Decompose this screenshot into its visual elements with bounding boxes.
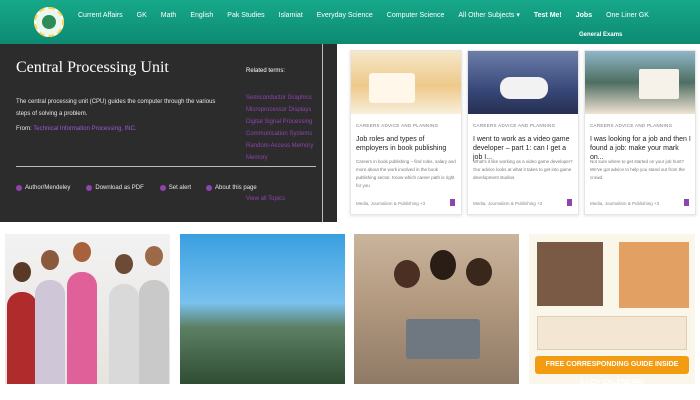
person-head bbox=[145, 246, 163, 266]
nav-item-computer-science[interactable]: Computer Science bbox=[387, 12, 445, 19]
calendar-ad-tile[interactable]: FREE CORRESPONDING GUIDE INSIDE EACH CAL… bbox=[529, 234, 695, 384]
related-term-link[interactable]: Semiconductor Graphics bbox=[246, 92, 322, 104]
card-category: CAREERS ADVICE AND PLANNING bbox=[473, 123, 556, 128]
card-image bbox=[468, 51, 578, 114]
source-line: From: Technical Information Processing, … bbox=[16, 126, 137, 132]
download-pdf-button[interactable]: Download as PDF bbox=[86, 185, 144, 191]
page-title: Central Processing Unit bbox=[16, 59, 169, 76]
related-term-link[interactable]: Random-Access Memory bbox=[246, 140, 322, 152]
students-laptop-tile[interactable] bbox=[354, 234, 519, 384]
person-head bbox=[430, 250, 456, 280]
vertical-divider bbox=[322, 44, 323, 222]
topic-description: The central processing unit (CPU) guides… bbox=[16, 99, 216, 117]
set-alert-button[interactable]: Set alert bbox=[159, 185, 192, 191]
bookmark-icon[interactable] bbox=[450, 199, 455, 206]
person-shape bbox=[109, 284, 139, 384]
nav-item-current-affairs[interactable]: Current Affairs bbox=[78, 12, 123, 19]
article-card[interactable]: CAREERS ADVICE AND PLANNING I was lookin… bbox=[584, 50, 696, 215]
person-head bbox=[466, 258, 492, 286]
nav-item-pak-studies[interactable]: Pak Studies bbox=[227, 12, 264, 19]
dog-photo bbox=[537, 242, 603, 306]
top-nav: Current Affairs GK Math English Pak Stud… bbox=[0, 0, 700, 44]
nav-item-everyday-science[interactable]: Everyday Science bbox=[317, 12, 373, 19]
person-head bbox=[394, 260, 420, 288]
bookmark-icon[interactable] bbox=[684, 199, 689, 206]
card-category: CAREERS ADVICE AND PLANNING bbox=[590, 123, 673, 128]
view-all-topics-link[interactable]: View all Topics bbox=[246, 196, 285, 202]
related-term-link[interactable]: Communication Systems bbox=[246, 128, 322, 140]
download-label: Download as PDF bbox=[95, 185, 144, 191]
nav-item-general-exams[interactable]: General Exams bbox=[579, 32, 622, 38]
card-footer: Media, Journalism & Publishing +3 bbox=[590, 201, 660, 206]
article-card[interactable]: CAREERS ADVICE AND PLANNING I went to wo… bbox=[467, 50, 579, 215]
info-icon bbox=[206, 185, 212, 191]
nav-item-islamiat[interactable]: Islamiat bbox=[279, 12, 303, 19]
person-shape bbox=[7, 292, 37, 384]
person-shape bbox=[67, 272, 97, 384]
person-head bbox=[13, 262, 31, 282]
source-prefix: From: bbox=[16, 126, 32, 132]
person-head bbox=[115, 254, 133, 274]
card-footer: Media, Journalism & Publishing +3 bbox=[356, 201, 426, 206]
card-description: What's it like working as a video game d… bbox=[473, 159, 573, 180]
card-image bbox=[585, 51, 695, 114]
download-icon bbox=[86, 185, 93, 191]
mendeley-icon bbox=[16, 185, 22, 191]
card-description: Careers in book publishing – find roles,… bbox=[356, 159, 456, 188]
nav-item-jobs[interactable]: Jobs bbox=[576, 12, 592, 19]
related-term-link[interactable]: Digital Signal Processing bbox=[246, 116, 322, 128]
bell-icon bbox=[159, 185, 166, 191]
action-bar: Author/Mendeley Download as PDF Set aler… bbox=[16, 185, 207, 191]
nav-menu: Current Affairs GK Math English Pak Stud… bbox=[78, 0, 663, 30]
person-shape bbox=[35, 280, 65, 384]
cat-photo bbox=[619, 242, 689, 308]
divider bbox=[16, 166, 316, 167]
about-label: About this page bbox=[215, 185, 257, 191]
person-shape bbox=[139, 280, 169, 384]
group-photo-tile[interactable] bbox=[5, 234, 170, 384]
nav-item-test-me[interactable]: Test Me! bbox=[534, 12, 562, 19]
nav-item-english[interactable]: English bbox=[190, 12, 213, 19]
site-logo[interactable] bbox=[34, 7, 64, 37]
related-term-link[interactable]: Memory bbox=[246, 152, 322, 164]
related-terms-title: Related terms: bbox=[246, 68, 286, 74]
nav-item-gk[interactable]: GK bbox=[137, 12, 147, 19]
card-footer: Media, Journalism & Publishing +3 bbox=[473, 201, 543, 206]
card-image bbox=[351, 51, 461, 114]
card-title[interactable]: Job roles and types of employers in book… bbox=[356, 135, 458, 153]
globe-icon bbox=[42, 15, 56, 29]
card-category: CAREERS ADVICE AND PLANNING bbox=[356, 123, 439, 128]
person-head bbox=[41, 250, 59, 270]
alert-label: Set alert bbox=[168, 185, 192, 191]
bookmark-icon[interactable] bbox=[567, 199, 572, 206]
article-card[interactable]: CAREERS ADVICE AND PLANNING Job roles an… bbox=[350, 50, 462, 215]
card-description: Not sure where to get started on your jo… bbox=[590, 159, 685, 180]
laptop-icon bbox=[406, 319, 480, 359]
source-link[interactable]: Technical Information Processing, INC. bbox=[33, 126, 136, 132]
landscape-photo-tile[interactable] bbox=[180, 234, 345, 384]
nav-item-all-other-subjects[interactable]: All Other Subjects ▾ bbox=[458, 11, 519, 19]
related-terms-list: Semiconductor Graphics Microprocessor Di… bbox=[246, 92, 322, 164]
person-head bbox=[73, 242, 91, 262]
promo-banner: FREE CORRESPONDING GUIDE INSIDE EACH CAL… bbox=[535, 356, 689, 384]
related-term-link[interactable]: Microprocessor Displays bbox=[246, 104, 322, 116]
mendeley-button[interactable]: Author/Mendeley bbox=[16, 185, 70, 191]
topic-panel: Central Processing Unit The central proc… bbox=[0, 44, 337, 222]
nav-item-math[interactable]: Math bbox=[161, 12, 177, 19]
calendar-grid bbox=[537, 316, 687, 350]
about-page-link[interactable]: About this page bbox=[206, 185, 257, 191]
mendeley-label: Author/Mendeley bbox=[25, 185, 71, 191]
nav-item-one-liner-gk[interactable]: One Liner GK bbox=[606, 12, 649, 19]
